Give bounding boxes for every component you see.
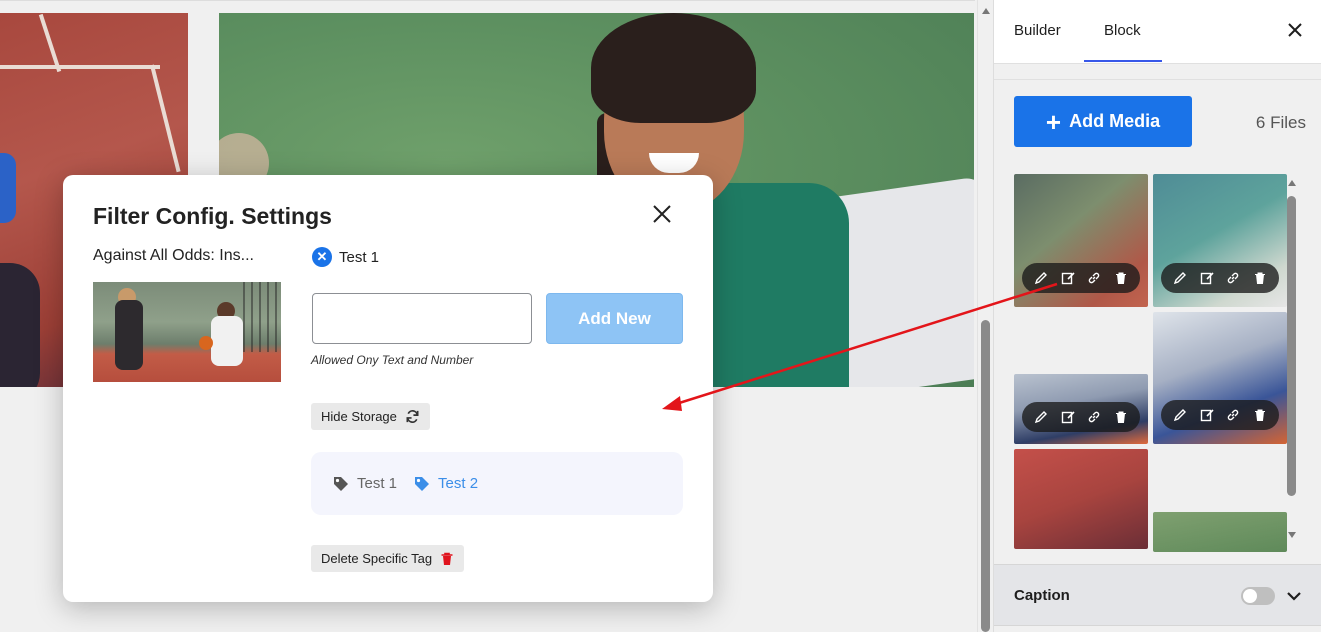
close-icon[interactable] xyxy=(1287,20,1303,42)
close-icon[interactable] xyxy=(651,203,673,225)
tab-block[interactable]: Block xyxy=(1104,22,1141,39)
media-thumbnail[interactable] xyxy=(1153,512,1287,552)
media-thumbnail[interactable] xyxy=(1153,174,1287,307)
caption-label: Caption xyxy=(1014,587,1070,604)
settings-sidebar: Builder Block + Add Media 6 Files Captio… xyxy=(993,0,1321,632)
pencil-icon[interactable] xyxy=(1032,410,1050,424)
thumbnail-toolbar xyxy=(1022,263,1140,293)
chevron-down-icon[interactable] xyxy=(1285,587,1303,605)
remove-tag-icon[interactable]: ✕ xyxy=(312,247,332,267)
pencil-icon[interactable] xyxy=(1171,408,1189,422)
player-body xyxy=(115,300,143,370)
media-thumbnail[interactable] xyxy=(1153,312,1287,444)
media-preview-image xyxy=(93,282,281,382)
filter-config-modal: Filter Config. Settings Against All Odds… xyxy=(63,175,713,602)
tag-icon xyxy=(415,476,430,491)
delete-specific-tag-button[interactable]: Delete Specific Tag xyxy=(311,545,465,572)
hide-storage-label: Hide Storage xyxy=(321,409,397,424)
tab-builder[interactable]: Builder xyxy=(1014,22,1061,39)
link-icon[interactable] xyxy=(1224,408,1242,422)
trash-icon xyxy=(441,552,453,565)
thumbnail-toolbar xyxy=(1022,402,1140,432)
modal-title: Filter Config. Settings xyxy=(93,203,332,229)
tag-storage: Test 1 Test 2 xyxy=(311,452,683,515)
basketball xyxy=(199,336,213,350)
edit-note-icon[interactable] xyxy=(1059,271,1077,285)
applied-tag: ✕ Test 1 xyxy=(312,247,379,267)
caption-panel: Caption xyxy=(994,564,1321,626)
stored-tag-test-2[interactable]: Test 2 xyxy=(413,475,478,493)
player-shirt xyxy=(0,153,16,223)
player-body xyxy=(211,316,243,366)
applied-tag-label: Test 1 xyxy=(339,248,380,266)
pencil-icon[interactable] xyxy=(1171,271,1189,285)
add-new-button[interactable]: Add New xyxy=(546,293,683,344)
trash-icon[interactable] xyxy=(1112,410,1130,424)
scroll-up-arrow[interactable] xyxy=(982,8,990,14)
media-thumbnail[interactable] xyxy=(1014,174,1148,307)
active-tab-indicator xyxy=(1084,60,1162,62)
scroll-up-arrow[interactable] xyxy=(1288,180,1296,186)
refresh-icon xyxy=(406,410,419,423)
trash-icon[interactable] xyxy=(1251,408,1269,422)
delete-tag-label: Delete Specific Tag xyxy=(321,551,433,566)
fence xyxy=(243,282,281,352)
court-line xyxy=(150,64,181,173)
court-line xyxy=(0,65,160,69)
scroll-down-arrow[interactable] xyxy=(1288,532,1296,538)
edit-note-icon[interactable] xyxy=(1059,410,1077,424)
edit-note-icon[interactable] xyxy=(1198,271,1216,285)
thumbnail-toolbar xyxy=(1161,263,1279,293)
stored-tag-label: Test 2 xyxy=(438,475,479,492)
stored-tag-test-1[interactable]: Test 1 xyxy=(332,475,397,493)
link-icon[interactable] xyxy=(1224,271,1242,285)
plus-icon: + xyxy=(1045,106,1062,137)
player-body xyxy=(0,263,40,387)
court-line xyxy=(38,13,62,73)
thumbnail-toolbar xyxy=(1161,400,1279,430)
files-count: 6 Files xyxy=(1255,113,1306,132)
player-hair xyxy=(591,13,756,123)
trash-icon[interactable] xyxy=(1251,271,1269,285)
add-media-label: Add Media xyxy=(1069,111,1161,131)
sidebar-divider xyxy=(994,64,1321,80)
caption-toggle[interactable] xyxy=(1241,587,1275,605)
media-title: Against All Odds: Ins... xyxy=(93,247,254,264)
stored-tag-label: Test 1 xyxy=(357,475,398,492)
input-hint: Allowed Ony Text and Number xyxy=(311,353,474,367)
tag-name-input[interactable] xyxy=(312,293,532,344)
media-thumbnail-grid xyxy=(994,172,1294,552)
pencil-icon[interactable] xyxy=(1032,271,1050,285)
tag-icon xyxy=(334,476,348,491)
toggle-knob xyxy=(1243,589,1257,603)
link-icon[interactable] xyxy=(1085,410,1103,424)
edit-note-icon[interactable] xyxy=(1198,408,1216,422)
hide-storage-button[interactable]: Hide Storage xyxy=(311,403,430,430)
media-thumbnail[interactable] xyxy=(1014,449,1148,549)
link-icon[interactable] xyxy=(1085,271,1103,285)
canvas-scrollbar[interactable] xyxy=(977,0,993,632)
trash-icon[interactable] xyxy=(1112,271,1130,285)
sidebar-tabs: Builder Block xyxy=(994,0,1321,64)
thumbnail-scrollbar[interactable] xyxy=(1286,180,1298,540)
add-media-button[interactable]: + Add Media xyxy=(1014,96,1192,147)
scrollbar-thumb[interactable] xyxy=(1287,196,1296,496)
media-thumbnail[interactable] xyxy=(1014,374,1148,444)
scrollbar-thumb[interactable] xyxy=(981,320,990,632)
